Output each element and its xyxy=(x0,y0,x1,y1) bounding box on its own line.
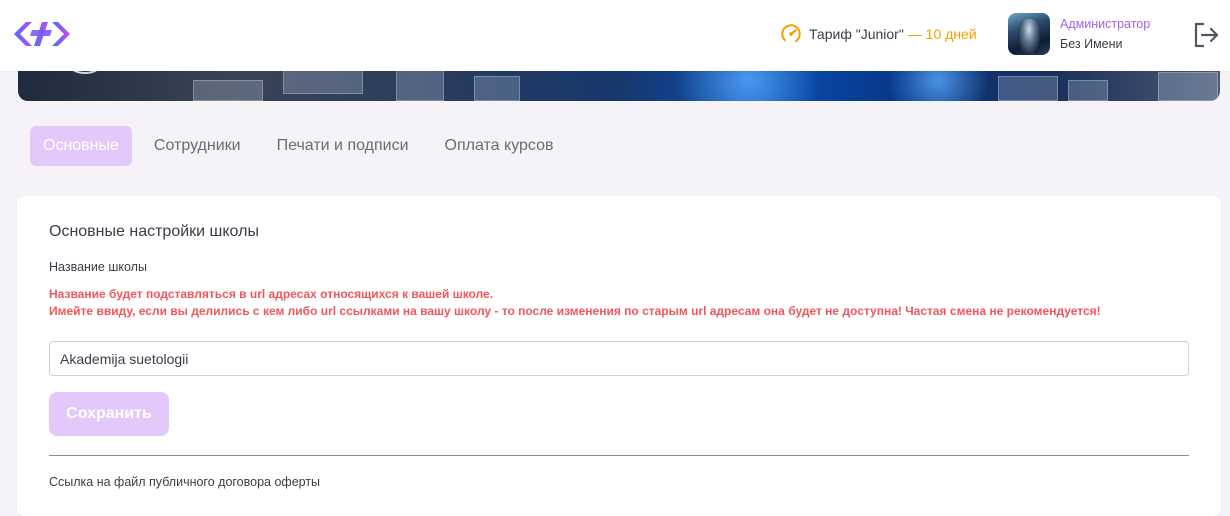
tariff-name: Тариф "Junior" xyxy=(809,26,904,42)
warning-line-1: Название будет подставляться в url адрес… xyxy=(49,287,494,301)
school-settings-card: Основные настройки школы Название школы … xyxy=(17,196,1221,516)
card-title: Основные настройки школы xyxy=(49,223,259,240)
school-name-input[interactable] xyxy=(49,341,1189,376)
tab-course-payment[interactable]: Оплата курсов xyxy=(431,126,568,166)
warning-line-2: Имейте ввиду, если вы делились с кем либ… xyxy=(49,304,1101,318)
tab-seals-signatures[interactable]: Печати и подписи xyxy=(263,126,423,166)
settings-tabs: Основные Сотрудники Печати и подписи Опл… xyxy=(30,126,576,166)
speedometer-icon xyxy=(781,24,801,44)
divider xyxy=(49,455,1189,456)
user-role[interactable]: Администратор xyxy=(1060,17,1150,31)
save-button[interactable]: Сохранить xyxy=(49,392,169,436)
school-name-warning: Название будет подставляться в url адрес… xyxy=(49,286,1101,320)
user-name: Без Имени xyxy=(1060,37,1123,51)
tab-employees[interactable]: Сотрудники xyxy=(140,126,255,166)
tariff-info[interactable]: Тариф "Junior" — 10 дней xyxy=(780,24,977,44)
logout-icon[interactable] xyxy=(1192,21,1220,49)
top-header: Тариф "Junior" — 10 дней Администратор Б… xyxy=(0,0,1230,71)
avatar[interactable] xyxy=(1008,13,1050,55)
tab-main[interactable]: Основные xyxy=(30,126,132,166)
school-name-label: Название школы xyxy=(49,260,147,274)
brand-logo-icon[interactable] xyxy=(12,20,70,48)
offer-link-label: Ссылка на файл публичного договора оферт… xyxy=(49,475,321,489)
tariff-days: — 10 дней xyxy=(907,26,977,42)
